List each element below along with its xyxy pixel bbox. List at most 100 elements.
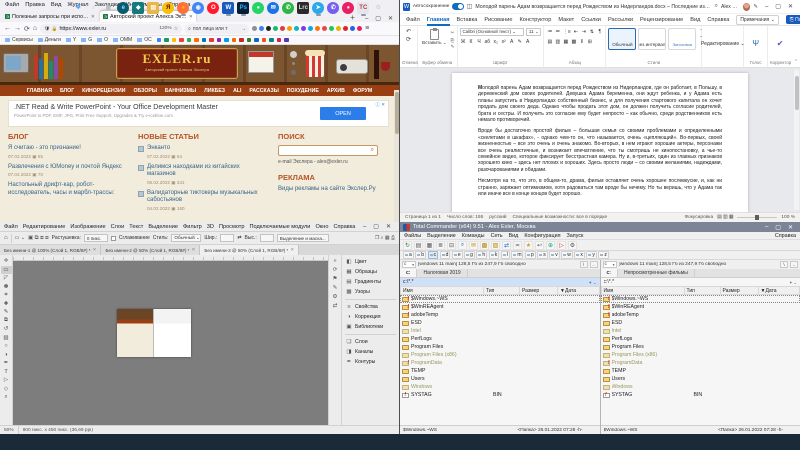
- select-and-mask-button[interactable]: Выделение и маска...: [277, 234, 329, 242]
- paste-button[interactable]: Вставить ⌄: [420, 28, 449, 46]
- autosave-toggle[interactable]: [452, 3, 463, 10]
- menu-item[interactable]: Слои: [111, 224, 125, 230]
- paragraph-button[interactable]: ¶: [596, 28, 603, 36]
- ribbon-tab[interactable]: Справка: [707, 17, 729, 23]
- tool-icon[interactable]: ⌗: [1, 291, 12, 299]
- column-date[interactable]: ▼Дата: [558, 286, 600, 295]
- close-button[interactable]: ✕: [788, 3, 793, 10]
- drive-button[interactable]: l: [501, 251, 510, 259]
- column-size[interactable]: Размер: [520, 286, 558, 295]
- column-type[interactable]: Тип: [484, 286, 520, 295]
- file-row[interactable]: $WinREAgent: [400, 303, 600, 311]
- canvas[interactable]: [13, 261, 328, 425]
- extension-icon[interactable]: [287, 26, 292, 31]
- file-row[interactable]: Program Files (x86): [601, 351, 800, 359]
- taskbar-app-icon[interactable]: ⚙: [372, 2, 384, 14]
- tool-icon[interactable]: ✛: [1, 257, 12, 265]
- ink-pen-icon[interactable]: ✎: [753, 4, 758, 10]
- exler-nav-link[interactable]: АРХИВ: [327, 88, 345, 94]
- up-button[interactable]: ..: [790, 261, 798, 269]
- column-size[interactable]: Размер: [721, 286, 759, 295]
- file-row[interactable]: Users: [601, 375, 800, 383]
- shield-icon[interactable]: 🛡: [44, 26, 50, 32]
- file-row[interactable]: TEMP: [400, 367, 600, 375]
- taskbar-app-icon[interactable]: Ps: [237, 2, 249, 14]
- article-link[interactable]: Валидаторные тиктокеры музыкальных сабос…: [147, 190, 266, 205]
- bookmark-favicon[interactable]: [232, 38, 237, 43]
- document-tab[interactable]: Без имени-2 @ 50% (Слой 1, RGB/8#) * ✕: [101, 245, 200, 255]
- swap-dimensions-icon[interactable]: ⇄: [237, 235, 241, 241]
- pasted-screenshot-layer[interactable]: [117, 309, 191, 357]
- clipboard-mini-icon[interactable]: ⎘: [451, 38, 455, 43]
- drive-button[interactable]: e: [452, 251, 463, 259]
- ribbon-tab[interactable]: Ссылки: [581, 17, 601, 23]
- bookmark-folder[interactable]: Деньги: [38, 37, 61, 43]
- toolbar-icon[interactable]: ⇄: [502, 241, 511, 250]
- panel-item[interactable]: ▣ Библиотеки: [342, 322, 399, 332]
- bookmark-star-icon[interactable]: ☆: [174, 26, 178, 32]
- rail-icon[interactable]: ⚑: [333, 276, 338, 282]
- file-row[interactable]: Windows: [601, 383, 800, 391]
- bookmark-favicon[interactable]: [262, 38, 267, 43]
- file-row[interactable]: TEMP: [601, 367, 800, 375]
- selection-mode-icons[interactable]: ▣ ⧉ ⧈ ⧇: [28, 235, 49, 242]
- tool-icon[interactable]: ✒: [1, 359, 12, 367]
- font-format-button[interactable]: x²: [500, 38, 507, 46]
- exler-nav-link[interactable]: БЛОГ: [60, 88, 74, 94]
- document-tab[interactable]: Без имени-1 @ 100% (Слой 1, RGB/8#) * ✕: [0, 245, 101, 255]
- drive-select[interactable]: c▾: [603, 261, 617, 269]
- menu-item[interactable]: Редактирование: [23, 224, 66, 230]
- font-format-button[interactable]: А: [508, 38, 515, 46]
- file-row[interactable]: PerfLogs: [400, 335, 600, 343]
- undo-icon[interactable]: ⟳: [406, 36, 411, 43]
- ribbon-tab[interactable]: Рассылки: [608, 17, 633, 23]
- extension-icon[interactable]: [343, 26, 348, 31]
- extension-icon[interactable]: [357, 26, 362, 31]
- tab-close-icon[interactable]: ✕: [91, 14, 95, 20]
- extension-icon[interactable]: [322, 26, 327, 31]
- menu-item[interactable]: 3D: [207, 224, 214, 230]
- font-format-button[interactable]: Ч: [476, 38, 483, 46]
- panel-item[interactable]: ◧ Цвет: [342, 257, 399, 267]
- paragraph-button[interactable]: ⋮≡: [562, 28, 571, 36]
- drive-button[interactable]: w: [561, 251, 573, 259]
- scrollbar-thumb[interactable]: [795, 76, 799, 110]
- column-type[interactable]: Тип: [685, 286, 721, 295]
- editing-button[interactable]: Редактирование ⌄: [701, 41, 745, 47]
- drive-button[interactable]: y: [586, 251, 597, 259]
- font-name-select[interactable]: Calibri (Основной текст) ⌄: [460, 28, 525, 36]
- file-row[interactable]: Program Files: [400, 343, 600, 351]
- panel-tab[interactable]: Налоговая 2019: [417, 269, 467, 277]
- file-row[interactable]: ESD: [601, 319, 800, 327]
- ribbon-tab[interactable]: Макет: [558, 17, 574, 23]
- rail-icon[interactable]: ✎: [333, 285, 338, 291]
- taskbar-app-icon[interactable]: ⌕: [87, 2, 99, 14]
- tool-icon[interactable]: ⌕: [1, 393, 12, 401]
- width-input[interactable]: [220, 234, 234, 242]
- editor-icon[interactable]: ✔: [777, 39, 784, 49]
- back-icon[interactable]: ←: [4, 25, 11, 32]
- menu-item[interactable]: Текст: [129, 224, 143, 230]
- tab-close-icon[interactable]: ✕: [93, 247, 97, 253]
- drive-button[interactable]: k: [489, 251, 500, 259]
- bookmark-favicon[interactable]: [217, 38, 222, 43]
- exler-nav-link[interactable]: ЛИКБЕЗ: [204, 88, 225, 94]
- paragraph-button[interactable]: ▥: [554, 38, 561, 46]
- rail-icon[interactable]: ⟳: [333, 267, 338, 273]
- menu-item[interactable]: Конфигурация: [524, 233, 560, 239]
- ribbon-tab[interactable]: Вид: [690, 17, 700, 23]
- tool-icon[interactable]: ▨: [1, 334, 12, 342]
- bookmark-favicon[interactable]: [194, 38, 199, 43]
- column-name[interactable]: Имя: [601, 286, 685, 295]
- extension-icon[interactable]: [350, 26, 355, 31]
- bookmark-favicon[interactable]: [224, 38, 229, 43]
- menu-item[interactable]: Выделение: [148, 224, 178, 230]
- ad-open-button[interactable]: OPEN: [320, 107, 366, 120]
- font-size-select[interactable]: 11 ⌄: [526, 28, 541, 36]
- panel-tab[interactable]: Непросмотренные фильмы: [618, 269, 695, 277]
- share-button[interactable]: ⎘ Поделиться: [786, 15, 800, 24]
- reload-icon[interactable]: ⟳: [24, 25, 30, 33]
- bookmark-favicon[interactable]: [209, 38, 214, 43]
- menu-item[interactable]: Вид: [51, 2, 62, 8]
- menu-item[interactable]: Правка: [25, 2, 45, 8]
